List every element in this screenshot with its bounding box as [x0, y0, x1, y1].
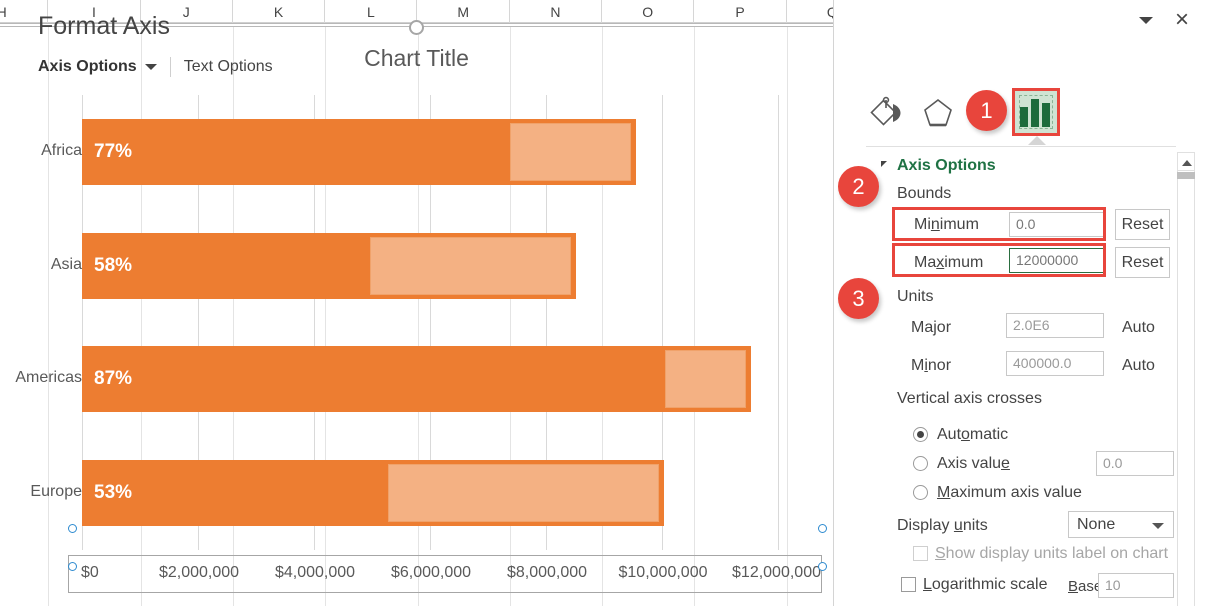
bar-segment-remainder[interactable]: [388, 464, 660, 523]
axis-value-input[interactable]: 0.0: [1096, 451, 1174, 476]
chevron-down-icon[interactable]: [1152, 523, 1164, 529]
pane-dropdown-icon[interactable]: [1139, 17, 1153, 24]
effects-icon[interactable]: [914, 90, 962, 138]
section-header-axis-options[interactable]: Axis Options: [897, 157, 996, 175]
collapse-triangle-icon[interactable]: [881, 161, 887, 167]
display-units-label: Display units: [897, 517, 988, 534]
column-header-l[interactable]: L: [325, 0, 418, 23]
chart-rotation-handle[interactable]: [409, 20, 424, 35]
bar-data-label: 53%: [94, 482, 133, 504]
bar-data-label: 77%: [94, 140, 133, 162]
radio-automatic-label: Automatic: [937, 426, 1009, 443]
callout-badge-3: 3: [838, 278, 879, 319]
axis-options-icon[interactable]: [1018, 95, 1054, 129]
axis-tick-label: $4,000,000: [274, 564, 356, 581]
display-units-value: None: [1077, 515, 1116, 533]
column-header-m[interactable]: M: [418, 0, 510, 23]
selection-handle-top-left[interactable]: [68, 524, 77, 533]
major-auto-label[interactable]: Auto: [1122, 319, 1155, 337]
chart-bar-europe[interactable]: 53%: [82, 460, 778, 527]
scroll-up-button[interactable]: [1177, 152, 1195, 171]
radio-maximum-axis-value-label: Maximum axis value: [937, 484, 1082, 501]
axis-tick-label: $12,000,000: [732, 564, 821, 581]
radio-axis-value-label: Axis value: [937, 455, 1010, 472]
selection-handle-bottom-left[interactable]: [68, 562, 77, 571]
bounds-label: Bounds: [897, 185, 952, 202]
fill-line-icon[interactable]: [866, 90, 914, 138]
close-icon[interactable]: ×: [1169, 8, 1195, 34]
minor-label: Minor: [911, 357, 952, 374]
column-header-p[interactable]: P: [694, 0, 787, 23]
show-display-units-label: Show display units label on chart: [935, 545, 1169, 562]
highlight-maximum-row: [892, 243, 1106, 277]
axis-tick-label: $6,000,000: [390, 564, 472, 581]
axis-tick-label: $2,000,000: [158, 564, 240, 581]
display-units-select[interactable]: None: [1068, 511, 1174, 538]
chart-plot-area[interactable]: 77% 58% 87% 53%: [82, 95, 779, 550]
logarithmic-scale-checkbox[interactable]: [901, 577, 916, 592]
bar-segment-revenue[interactable]: [82, 346, 752, 413]
pane-tab-strip: Axis Options Text Options: [38, 57, 273, 77]
category-label-americas: Americas: [15, 369, 82, 387]
minimum-reset-button[interactable]: Reset: [1115, 209, 1170, 240]
tab-text-options[interactable]: Text Options: [184, 58, 273, 76]
column-header-n[interactable]: N: [510, 0, 603, 23]
axis-tick-label: $0: [81, 564, 99, 581]
show-display-units-checkbox: [913, 546, 928, 561]
maximum-reset-button[interactable]: Reset: [1115, 247, 1170, 278]
bar-data-label: 58%: [94, 254, 133, 276]
bar-segment-remainder[interactable]: [664, 350, 747, 409]
units-label: Units: [897, 288, 934, 305]
pane-scrollbar-track[interactable]: [1177, 152, 1195, 606]
chart-bar-africa[interactable]: 77%: [82, 118, 778, 185]
pane-divider: [866, 146, 1176, 147]
major-label: Major: [911, 319, 952, 336]
column-header-o[interactable]: O: [602, 0, 695, 23]
chart-bar-americas[interactable]: 87%: [82, 346, 778, 413]
bar-segment-remainder[interactable]: [369, 236, 572, 295]
chart-gridline: [778, 95, 779, 550]
category-label-europe: Europe: [30, 483, 82, 501]
base-input[interactable]: 10: [1098, 573, 1174, 598]
selection-handle-top-right[interactable]: [818, 524, 827, 533]
radio-automatic[interactable]: [913, 427, 928, 442]
major-unit-input[interactable]: 2.0E6: [1006, 313, 1104, 338]
tab-axis-options[interactable]: Axis Options: [38, 58, 137, 76]
axis-tick-label: $8,000,000: [506, 564, 588, 581]
bar-data-label: 87%: [94, 368, 133, 390]
horizontal-axis-selection[interactable]: $0 $2,000,000 $4,000,000 $6,000,000 $8,000,0…: [68, 555, 822, 593]
radio-axis-value[interactable]: [913, 456, 928, 471]
pane-scrollbar-thumb[interactable]: [1177, 172, 1195, 179]
pane-title: Format Axis: [38, 12, 170, 40]
axis-tick-label: $10,000,000: [618, 564, 708, 581]
chart-bar-asia[interactable]: 58%: [82, 232, 778, 299]
selected-tab-caret-icon: [1028, 136, 1046, 145]
highlight-minimum-row: [892, 207, 1106, 241]
chevron-down-icon[interactable]: [144, 64, 157, 70]
chevron-up-icon: [1182, 160, 1192, 166]
callout-badge-1: 1: [966, 90, 1007, 131]
category-label-africa: Africa: [41, 141, 82, 159]
logarithmic-scale-label: Logarithmic scale: [923, 576, 1048, 593]
radio-maximum-axis-value[interactable]: [913, 485, 928, 500]
column-header-k[interactable]: K: [233, 0, 326, 23]
minor-unit-input[interactable]: 400000.0: [1006, 351, 1104, 376]
bar-segment-remainder[interactable]: [510, 122, 631, 181]
vertical-axis-crosses-label: Vertical axis crosses: [897, 390, 1042, 407]
category-label-asia: Asia: [50, 255, 82, 273]
minor-auto-label[interactable]: Auto: [1122, 357, 1155, 375]
chart-object[interactable]: Chart Title 77% 58% 87% 53% $0 $2,000,000 $4,…: [0, 27, 833, 606]
tab-divider: [169, 57, 171, 77]
selection-handle-bottom-right[interactable]: [818, 562, 827, 571]
column-header-q[interactable]: Q: [787, 0, 833, 23]
callout-badge-2: 2: [838, 166, 879, 207]
